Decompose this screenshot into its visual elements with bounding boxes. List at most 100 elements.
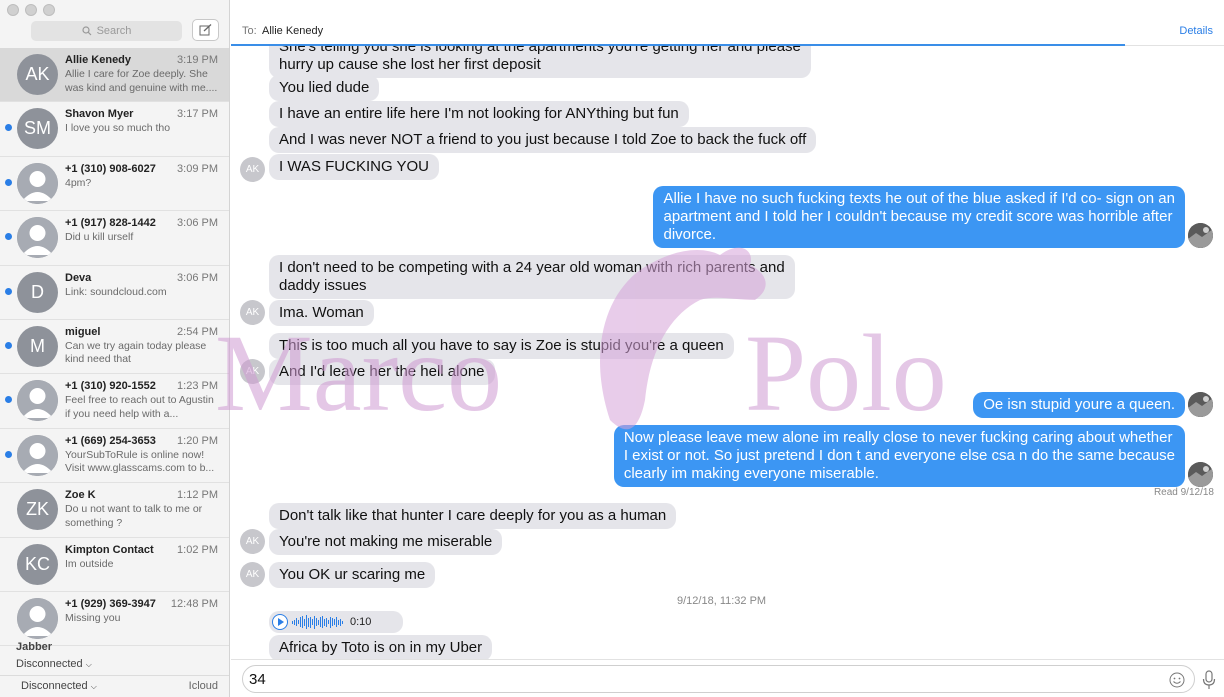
status-label: Disconnected	[21, 680, 88, 692]
message-bubble[interactable]: I WAS FUCKING YOU	[269, 154, 440, 180]
profile-photo-icon	[1188, 223, 1213, 248]
conversation-preview: Did u kill urself	[65, 231, 134, 244]
message-bubble[interactable]: You're not making me miserable	[269, 529, 503, 555]
avatar-initials: M	[30, 335, 45, 356]
emoji-icon[interactable]	[1169, 672, 1185, 688]
waveform-bar	[334, 619, 335, 625]
account-status-menu[interactable]: Disconnected ⌵	[16, 658, 92, 670]
message-bubble[interactable]: Africa by Toto is on in my Uber	[269, 635, 493, 659]
message-bubble[interactable]: I don't need to be competing with a 24 y…	[269, 255, 795, 299]
conversation-item[interactable]: D Deva 3:06 PM Link: soundcloud.com	[0, 266, 229, 320]
audio-message[interactable]: 0:10	[269, 611, 403, 633]
minimize-window-button[interactable]	[25, 4, 37, 16]
waveform-bar	[322, 616, 323, 628]
waveform-bar	[332, 618, 333, 626]
conversation-item[interactable]: KC Kimpton Contact 1:02 PM Im outside	[0, 538, 229, 592]
sender-avatar: AK	[240, 300, 265, 325]
unread-indicator	[5, 341, 12, 349]
conversation-name: +1 (669) 254-3653	[65, 434, 156, 447]
waveform-bar	[342, 620, 343, 624]
avatar-initials: SM	[24, 118, 51, 139]
message-thread[interactable]: Read 9/12/18 9/12/18, 11:32 PM 0:10 She'…	[231, 46, 1224, 659]
avatar	[17, 162, 58, 204]
message-bubble[interactable]: I have an entire life here I'm not looki…	[269, 101, 689, 127]
my-avatar	[1188, 462, 1213, 487]
unread-indicator	[5, 178, 12, 186]
search-input[interactable]: Search	[31, 21, 182, 41]
message-bubble[interactable]: Oe isn stupid youre a queen.	[973, 392, 1185, 418]
conversation-item[interactable]: +1 (917) 828-1442 3:06 PM Did u kill ursel…	[0, 211, 229, 266]
audio-duration: 0:10	[350, 616, 372, 628]
message-bubble[interactable]: She's telling you she is looking at the …	[269, 46, 811, 78]
conversation-time: 3:06 PM	[177, 217, 218, 230]
message-bubble[interactable]: This is too much all you have to say is …	[269, 333, 734, 359]
details-button[interactable]: Details	[1179, 25, 1213, 37]
message-input[interactable]: 34	[242, 665, 1195, 693]
conversation-preview: 4pm?	[65, 176, 92, 189]
conversation-item[interactable]: AK Allie Kenedy 3:19 PM Allie I care for Zo…	[0, 48, 229, 103]
avatar: ZK	[17, 489, 58, 531]
waveform-bar	[320, 617, 321, 627]
conversation-item[interactable]: +1 (929) 369-3947 12:48 PM Missing you	[0, 592, 229, 647]
waveform-bar	[318, 619, 319, 625]
sidebar: Search AK Allie Kenedy 3:19 PM Allie I care…	[0, 0, 230, 697]
message-text: She's telling you she is looking at the …	[279, 46, 801, 55]
conversation-name: +1 (310) 920-1552	[65, 380, 156, 393]
waveform-bar	[298, 620, 299, 624]
unread-indicator	[5, 233, 12, 241]
conversation-item[interactable]: +1 (310) 920-1552 1:23 PM Feel free to rea…	[0, 374, 229, 429]
microphone-icon[interactable]	[1202, 670, 1216, 690]
profile-photo-icon	[1188, 462, 1213, 487]
message-bubble[interactable]: Now please leave mew alone im really clo…	[613, 425, 1185, 487]
conversation-time: 1:12 PM	[177, 489, 218, 502]
conversation-name: Zoe K	[65, 489, 96, 502]
conversation-name: +1 (917) 828-1442	[65, 217, 156, 230]
zoom-window-button[interactable]	[43, 4, 55, 16]
message-bubble[interactable]: Allie I have no such fucking texts he ou…	[653, 186, 1185, 248]
waveform-bar	[336, 617, 337, 627]
avatar: D	[17, 271, 58, 313]
waveform-bar	[294, 619, 295, 625]
conversation-preview: Allie I care for Zoe deeply. She was kin…	[65, 68, 218, 94]
message-bubble[interactable]: You OK ur scaring me	[269, 562, 436, 588]
conversation-name: Shavon Myer	[65, 108, 134, 121]
recipient-name[interactable]: Allie Kenedy	[262, 25, 323, 37]
conversation-time: 1:20 PM	[177, 434, 218, 447]
conversation-item[interactable]: SM Shavon Myer 3:17 PM I love you so much t…	[0, 102, 229, 157]
message-bubble[interactable]: Don't talk like that hunter I care deepl…	[269, 503, 677, 529]
message-bubble[interactable]: Ima. Woman	[269, 300, 374, 326]
message-text: Allie I have no such fucking texts he ou…	[663, 190, 1175, 207]
my-avatar	[1188, 223, 1213, 248]
conversation-name: +1 (310) 908-6027	[65, 162, 156, 175]
avatar-initials: ZK	[25, 499, 49, 520]
chevron-down-icon: ⌵	[90, 682, 97, 691]
chevron-down-icon: ⌵	[85, 660, 92, 669]
person-icon	[17, 217, 58, 259]
message-text: You lied dude	[279, 79, 370, 96]
avatar-initials: D	[31, 281, 44, 302]
conversation-preview: Feel free to reach out to Agustin if you…	[65, 394, 214, 420]
conversation-item[interactable]: +1 (669) 254-3653 1:20 PM YourSubToRule is…	[0, 429, 229, 484]
message-bubble[interactable]: And I'd leave her the hell alone	[269, 359, 495, 385]
compose-button[interactable]	[192, 19, 219, 41]
conversation-item[interactable]: Mmiguel 2:54 PM Can we try again today ple…	[0, 320, 229, 375]
account-label: Icloud	[188, 680, 218, 692]
waveform-bar	[310, 616, 311, 628]
conversation-item[interactable]: ZK Zoe K 1:12 PM Do u not want to talk to m…	[0, 483, 229, 538]
conversation-item[interactable]: +1 (310) 908-6027 3:09 PM 4pm?	[0, 157, 229, 212]
compose-icon	[199, 24, 212, 36]
message-bubble[interactable]: And I was never NOT a friend to you just…	[269, 127, 817, 153]
message-bubble[interactable]: You lied dude	[269, 75, 380, 101]
audio-waveform	[292, 615, 343, 629]
status-menu[interactable]: Disconnected ⌵	[21, 680, 97, 692]
conversation-name: Allie Kenedy	[65, 54, 132, 66]
waveform-bar	[316, 618, 317, 626]
avatar	[17, 217, 58, 259]
close-window-button[interactable]	[7, 4, 19, 16]
unread-indicator	[5, 287, 12, 295]
play-button[interactable]	[272, 614, 288, 630]
message-text: clearly im making everyone miserable.	[623, 465, 879, 482]
waveform-bar	[308, 617, 309, 627]
message-text: Don't talk like that hunter I care deepl…	[279, 507, 667, 524]
waveform-bar	[340, 618, 341, 626]
